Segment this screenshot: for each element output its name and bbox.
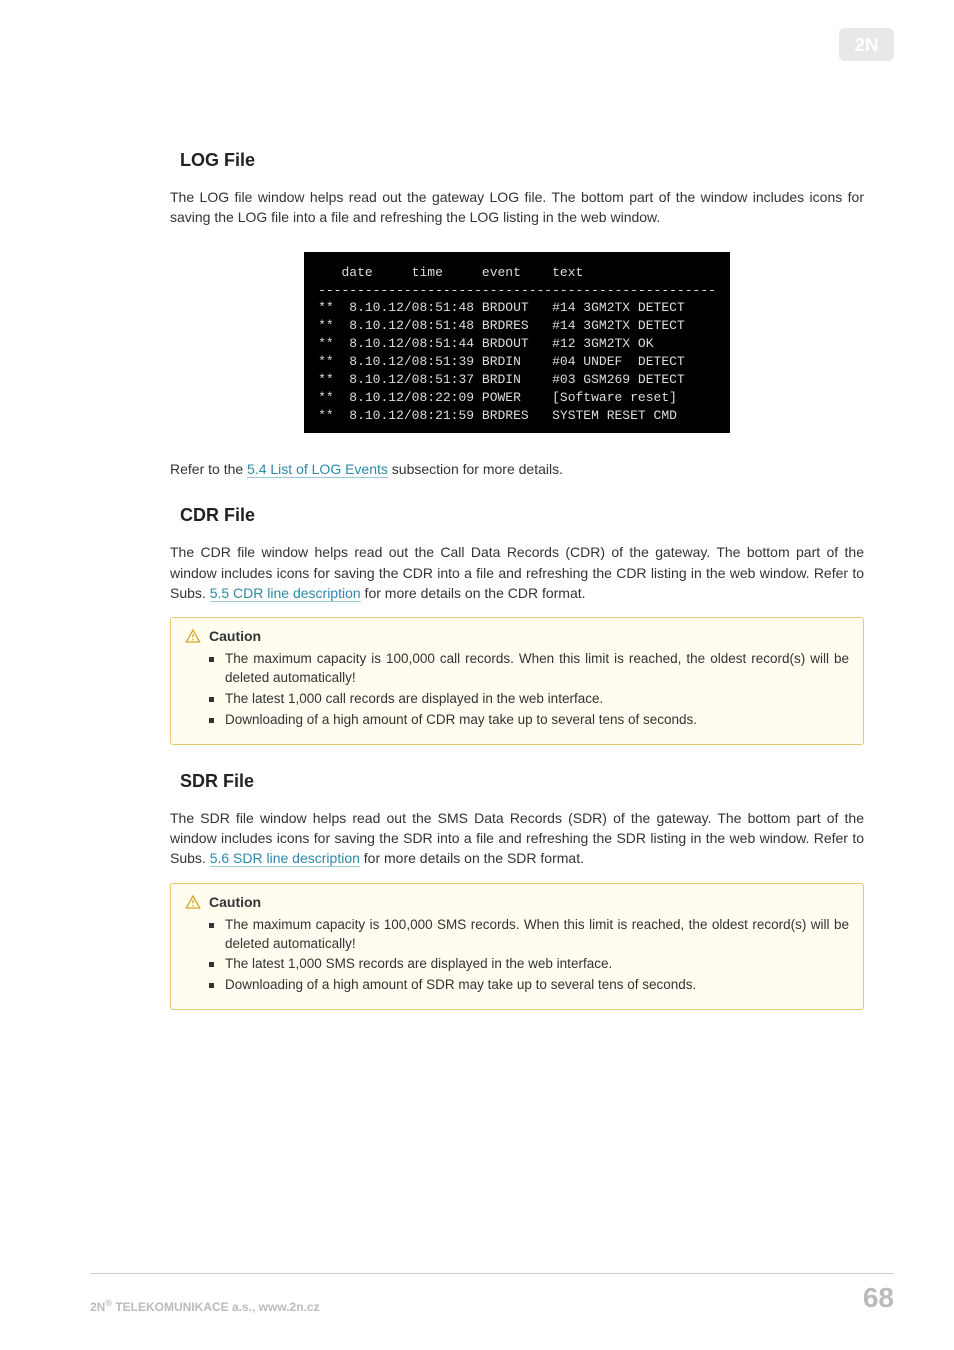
list-item: Downloading of a high amount of SDR may … (225, 976, 849, 995)
footer-company: 2N® TELEKOMUNIKACE a.s., www.2n.cz (90, 1298, 320, 1314)
caution-label: Caution (209, 894, 261, 910)
paragraph-cdr-intro: The CDR file window helps read out the C… (170, 542, 864, 603)
list-item: Downloading of a high amount of CDR may … (225, 711, 849, 730)
brand-logo: 2N (839, 28, 894, 61)
list-item: The maximum capacity is 100,000 SMS reco… (225, 916, 849, 954)
heading-log-file: LOG File (180, 150, 864, 171)
terminal-wrapper: date time event text -------------------… (170, 252, 864, 433)
list-item: The latest 1,000 call records are displa… (225, 690, 849, 709)
link-log-events[interactable]: 5.4 List of LOG Events (247, 461, 388, 478)
text-refer-prefix: Refer to the (170, 461, 247, 477)
caution-list-sdr: The maximum capacity is 100,000 SMS reco… (185, 916, 849, 996)
caution-list-cdr: The maximum capacity is 100,000 call rec… (185, 650, 849, 730)
link-sdr-description[interactable]: 5.6 SDR line description (210, 850, 360, 867)
svg-text:2N: 2N (855, 34, 879, 55)
link-cdr-description[interactable]: 5.5 CDR line description (210, 585, 361, 602)
page-footer: 2N® TELEKOMUNIKACE a.s., www.2n.cz 68 (90, 1273, 894, 1314)
log-terminal: date time event text -------------------… (304, 252, 730, 433)
heading-cdr-file: CDR File (180, 505, 864, 526)
list-item: The latest 1,000 SMS records are display… (225, 955, 849, 974)
warning-icon (185, 894, 201, 910)
caution-label: Caution (209, 628, 261, 644)
paragraph-log-refer: Refer to the 5.4 List of LOG Events subs… (170, 459, 864, 479)
paragraph-sdr-intro: The SDR file window helps read out the S… (170, 808, 864, 869)
page-number: 68 (863, 1282, 894, 1314)
heading-sdr-file: SDR File (180, 771, 864, 792)
caution-box-sdr: Caution The maximum capacity is 100,000 … (170, 883, 864, 1011)
text-refer-suffix: subsection for more details. (388, 461, 563, 477)
paragraph-log-intro: The LOG file window helps read out the g… (170, 187, 864, 228)
text-cdr-suffix: for more details on the CDR format. (361, 585, 586, 601)
caution-box-cdr: Caution The maximum capacity is 100,000 … (170, 617, 864, 745)
text-sdr-suffix: for more details on the SDR format. (360, 850, 584, 866)
list-item: The maximum capacity is 100,000 call rec… (225, 650, 849, 688)
warning-icon (185, 628, 201, 644)
